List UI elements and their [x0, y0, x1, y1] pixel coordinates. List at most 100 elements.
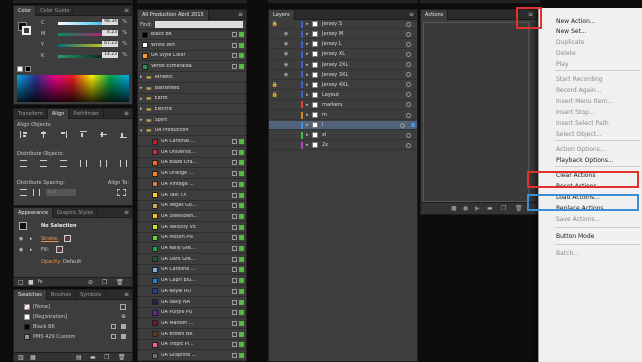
tab-actions[interactable]: Actions: [421, 10, 449, 20]
menu-item-delete[interactable]: Delete: [556, 50, 576, 57]
menu-item-duplicate[interactable]: Duplicate: [556, 39, 585, 46]
library-item[interactable]: ▸ ▬ Athletic: [138, 73, 246, 83]
target-circle-icon[interactable]: [406, 142, 411, 148]
eye-icon[interactable]: ◉: [19, 236, 23, 242]
align-left-icon[interactable]: [20, 131, 27, 138]
library-item[interactable]: UA Vintage ...: [138, 180, 246, 190]
trash-icon[interactable]: 🗑: [116, 279, 124, 286]
show-kinds-icon[interactable]: ▦: [30, 354, 36, 361]
menu-item-insert-menu-item[interactable]: Insert Menu Item...: [556, 98, 613, 105]
library-item[interactable]: ▸ ▬ Earth: [138, 94, 246, 105]
spacing-input[interactable]: 0 in: [46, 189, 76, 196]
menu-item-load-actions[interactable]: Load Actions...: [556, 194, 600, 201]
tab-color-guide[interactable]: Color Guide: [36, 6, 75, 16]
library-item[interactable]: UA Purple PU: [138, 308, 246, 319]
target-circle-icon[interactable]: [400, 122, 405, 128]
align-top-icon[interactable]: [80, 131, 87, 138]
new-color-group-icon[interactable]: ▬: [90, 354, 96, 361]
library-item[interactable]: Black BK: [138, 30, 246, 40]
eye-icon[interactable]: ◉: [19, 247, 23, 253]
layer-row[interactable]: ◉ ▸ Jersey L: [269, 40, 417, 50]
target-circle-icon[interactable]: [406, 31, 411, 37]
swatch-row[interactable]: PMS 429 Custom: [14, 332, 132, 341]
new-swatch-icon[interactable]: ❐: [104, 354, 109, 361]
distribute-bottom-icon[interactable]: [60, 160, 67, 167]
panel-menu-icon[interactable]: ≡: [238, 10, 243, 20]
library-item[interactable]: UA Graphite ...: [138, 351, 246, 361]
menu-item-batch[interactable]: Batch...: [556, 250, 579, 257]
m-value[interactable]: 4.23: [102, 30, 118, 36]
expand-triangle-icon[interactable]: ▸: [30, 247, 33, 253]
eye-icon[interactable]: ◉: [279, 51, 293, 57]
align-vcenter-icon[interactable]: [100, 131, 107, 138]
layer-row[interactable]: ▸ 2x: [269, 141, 417, 151]
library-item[interactable]: UA Capri Blu...: [138, 276, 246, 287]
tab-transform[interactable]: Transform: [14, 109, 48, 119]
swatch-libraries-icon[interactable]: ▥: [18, 354, 24, 361]
library-item[interactable]: ▸ ▬ Battlefield: [138, 84, 246, 94]
library-item[interactable]: UA Orange ...: [138, 169, 246, 180]
panel-menu-icon[interactable]: ≡: [124, 6, 129, 16]
menu-item-button-mode[interactable]: Button Mode: [556, 233, 594, 240]
opacity-link[interactable]: Opacity:: [41, 259, 62, 265]
library-item[interactable]: White WH: [138, 41, 246, 51]
library-item[interactable]: UA Blaze Ora...: [138, 158, 246, 169]
library-item[interactable]: UA Brown BR: [138, 330, 246, 340]
tab-pathfinder[interactable]: Pathfinder: [69, 109, 105, 119]
panel-menu-icon[interactable]: ≡: [124, 109, 129, 119]
duplicate-item-icon[interactable]: ❐: [102, 279, 107, 286]
panel-menu-icon[interactable]: ≡: [124, 208, 129, 218]
target-circle-icon[interactable]: [406, 112, 411, 118]
library-item[interactable]: ▸ ▬ Spirit: [138, 116, 246, 126]
distribute-top-icon[interactable]: [20, 160, 27, 167]
actions-list[interactable]: [423, 22, 529, 202]
library-item[interactable]: UA Kelly Gre...: [138, 244, 246, 254]
library-item[interactable]: UA Steeltown...: [138, 212, 246, 222]
stop-icon[interactable]: ■: [451, 205, 457, 212]
target-circle-icon[interactable]: [406, 102, 411, 108]
layer-row[interactable]: ▸ l: [269, 121, 417, 131]
fill-none-swatch[interactable]: [56, 246, 63, 253]
stroke-swatch[interactable]: [22, 26, 31, 35]
swatch-row[interactable]: [Registration] ⊕: [14, 312, 132, 321]
menu-item-replace-actions[interactable]: Replace Actions...: [556, 205, 609, 212]
library-item[interactable]: UA Taxi TX: [138, 191, 246, 201]
eye-icon[interactable]: ◉: [279, 72, 293, 78]
library-item[interactable]: UA Vegas Go...: [138, 201, 246, 212]
menu-item-action-options[interactable]: Action Options...: [556, 146, 606, 153]
layer-row[interactable]: ◉ ▸ Jersey XL: [269, 50, 417, 60]
target-circle-icon[interactable]: [406, 51, 411, 57]
library-item[interactable]: UA Poison PN: [138, 233, 246, 244]
tab-brushes[interactable]: Brushes: [47, 290, 77, 300]
layer-row[interactable]: ▸ m: [269, 111, 417, 121]
library-item[interactable]: UA Tropic Pi...: [138, 340, 246, 351]
menu-item-select-object[interactable]: Select Object...: [556, 131, 602, 138]
panel-dock-header[interactable]: [420, 0, 540, 4]
actions-scrollbar[interactable]: [531, 22, 537, 202]
library-item[interactable]: UA Cardinal ...: [138, 137, 246, 147]
layer-row[interactable]: 🔒 ▸ Jersey 4XL: [269, 81, 417, 90]
menu-item-insert-stop[interactable]: Insert Stop...: [556, 109, 594, 116]
target-circle-icon[interactable]: [406, 41, 411, 47]
find-input[interactable]: [154, 21, 243, 28]
menu-item-reset-actions[interactable]: Reset Actions: [556, 183, 597, 190]
align-hcenter-icon[interactable]: [40, 131, 47, 138]
swatch-row[interactable]: [None]: [14, 302, 132, 311]
panel-menu-icon[interactable]: ≡: [528, 10, 533, 20]
tab-swatches[interactable]: Swatches: [14, 290, 47, 300]
align-right-icon[interactable]: [60, 131, 67, 138]
library-item[interactable]: UA Style Color: [138, 51, 246, 62]
distribute-hcenter-icon[interactable]: [100, 160, 107, 167]
target-circle-icon[interactable]: [406, 82, 411, 88]
panel-dock-header[interactable]: [137, 0, 247, 4]
library-item[interactable]: Verde Esmeralda: [138, 62, 246, 73]
clear-appearance-icon[interactable]: ⊘: [88, 279, 93, 286]
lock-icon[interactable]: 🔒: [271, 82, 279, 88]
lock-icon[interactable]: 🔒: [271, 92, 279, 98]
tab-symbols[interactable]: Symbols: [76, 290, 107, 300]
library-item[interactable]: UA Navy NA: [138, 298, 246, 308]
stroke-link[interactable]: Stroke:: [41, 236, 59, 242]
tab-align[interactable]: Align: [47, 109, 70, 119]
menu-item-clear-actions[interactable]: Clear Actions: [556, 172, 596, 179]
eye-icon[interactable]: ◉: [279, 62, 293, 68]
